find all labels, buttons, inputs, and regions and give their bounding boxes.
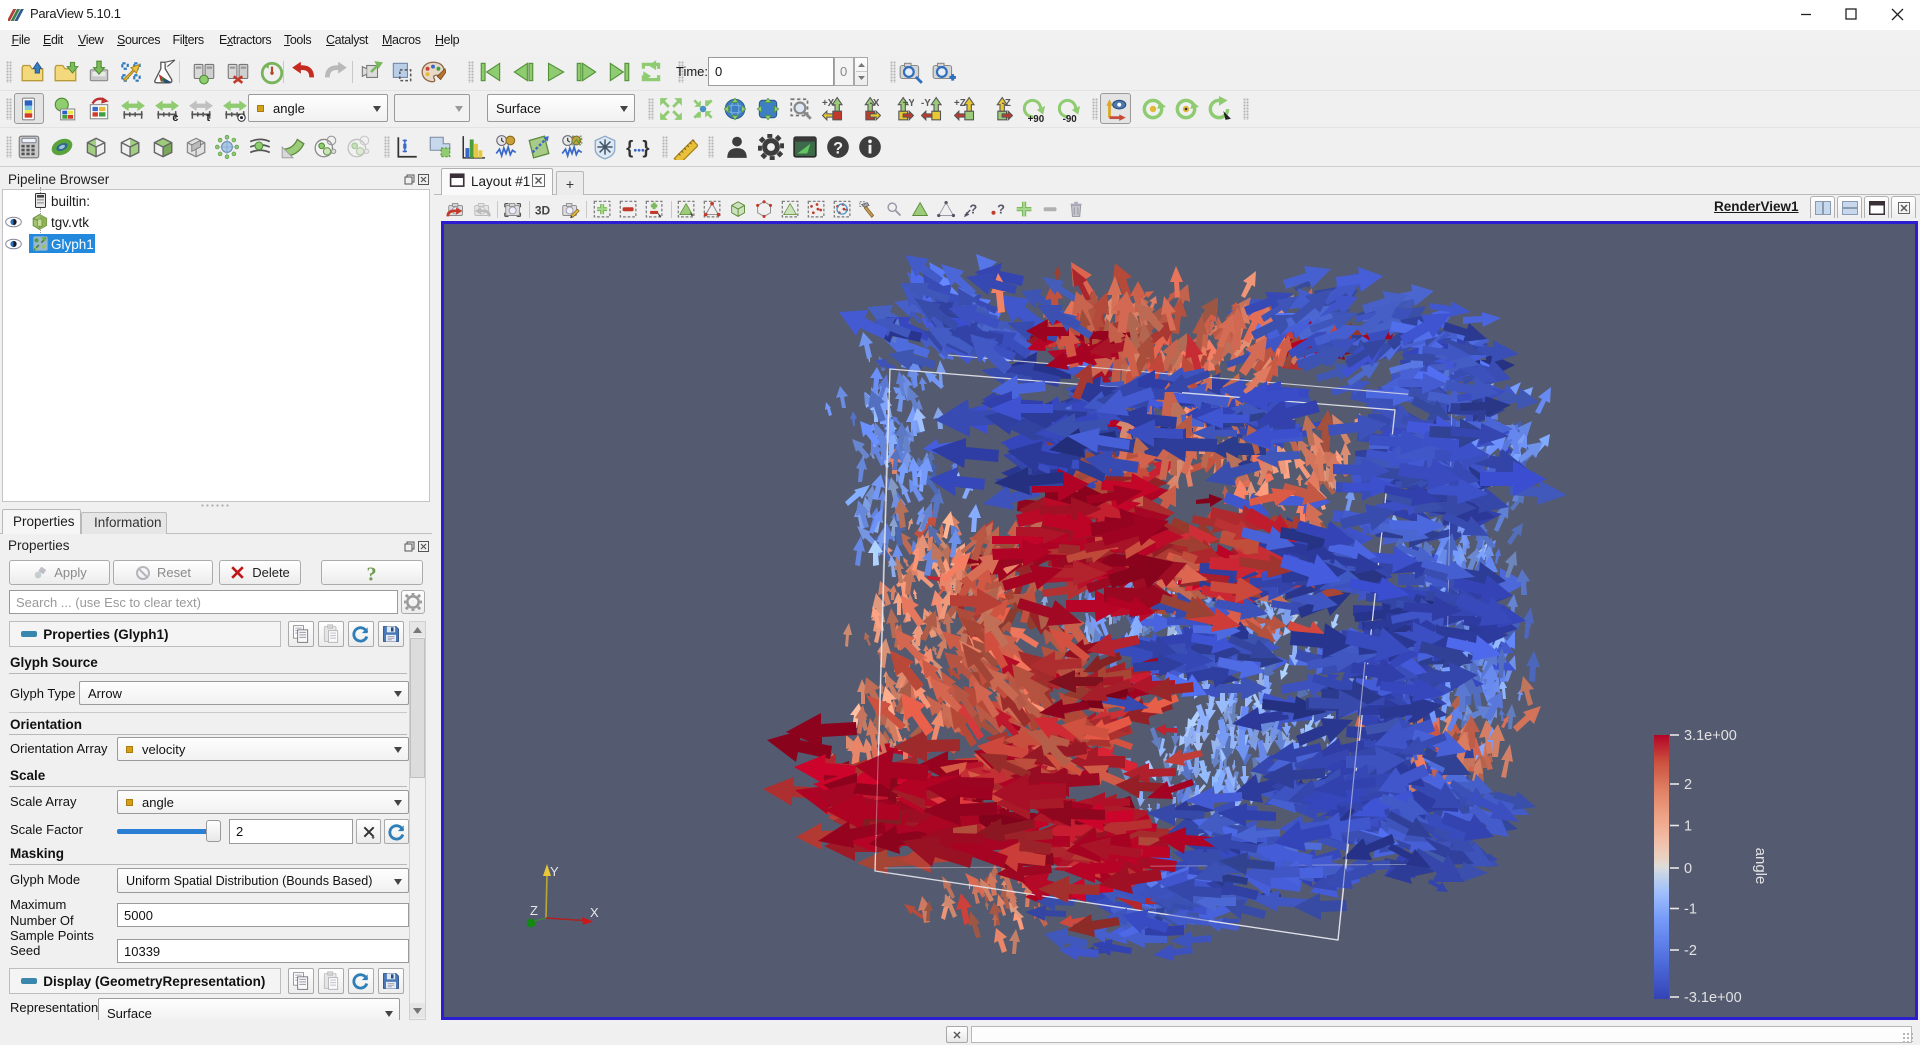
svg-text:-2: -2 [1684, 943, 1697, 959]
svg-text:0: 0 [1684, 861, 1692, 877]
svg-text:c: c [172, 112, 178, 122]
svg-text:?: ? [833, 140, 843, 158]
svg-text:-X: -X [870, 98, 880, 109]
svg-text:-Z: -Z [1002, 98, 1011, 109]
svg-text:?: ? [367, 563, 377, 584]
svg-text:X: X [590, 905, 599, 920]
svg-text:+Z: +Z [954, 98, 966, 109]
svg-text:-3.1e+00: -3.1e+00 [1684, 990, 1742, 1006]
svg-text:+X: +X [822, 98, 835, 109]
svg-text:?: ? [969, 202, 977, 217]
svg-text:{: { [626, 137, 633, 158]
svg-text:Z: Z [530, 903, 538, 918]
svg-text:}: } [642, 137, 649, 158]
svg-text:1: 1 [1684, 819, 1692, 835]
svg-text:-1: -1 [1684, 902, 1697, 918]
svg-text:3D: 3D [535, 204, 551, 218]
svg-text:2: 2 [1684, 777, 1692, 793]
svg-text:+90: +90 [1028, 114, 1045, 122]
svg-text:?: ? [997, 202, 1005, 217]
svg-text:Y: Y [550, 864, 559, 879]
svg-text:+Y: +Y [903, 98, 914, 109]
svg-text:3.1e+00: 3.1e+00 [1684, 728, 1737, 744]
svg-text:angle: angle [1752, 848, 1769, 885]
svg-text:t: t [206, 112, 210, 122]
svg-text:-90: -90 [1063, 114, 1078, 122]
svg-text:-Y: -Y [921, 98, 931, 109]
